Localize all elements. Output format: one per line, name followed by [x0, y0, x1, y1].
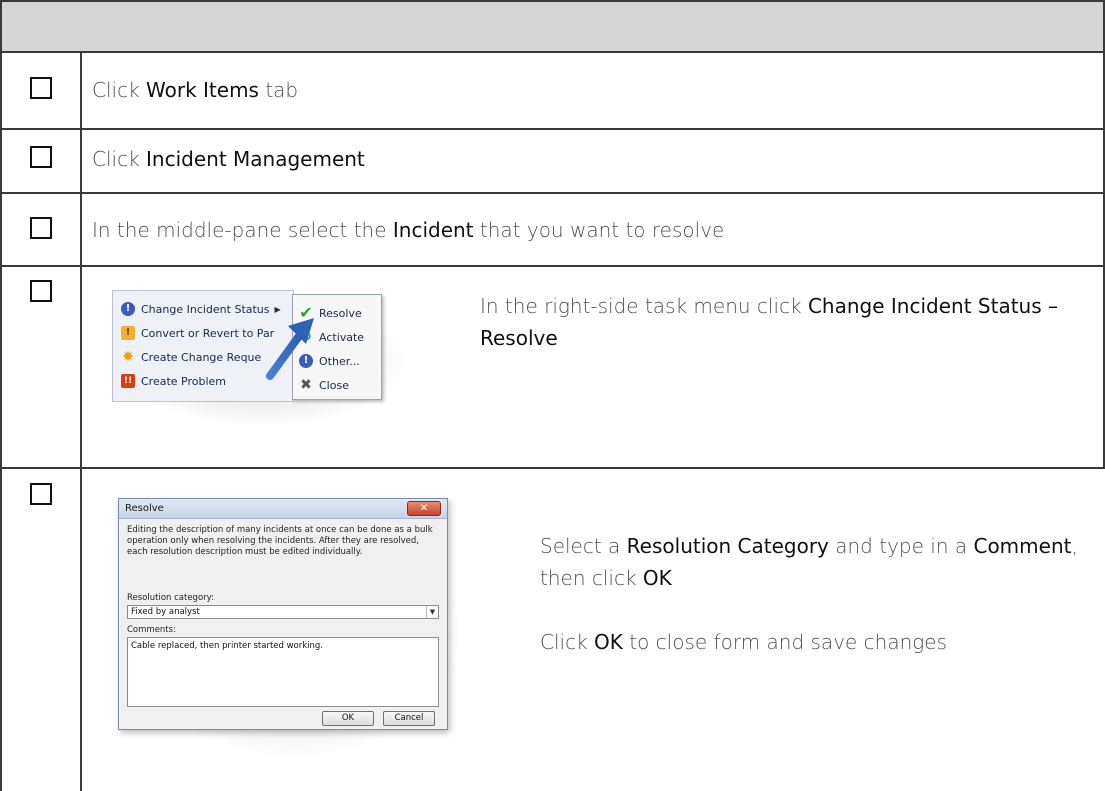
- step-3-text: In the middle-pane select the Incident t…: [92, 218, 725, 242]
- menu-item-create-change-request: ✸ Create Change Reque: [122, 349, 262, 365]
- row-border: [0, 265, 1105, 267]
- menu-item-change-incident-status: ! Change Incident Status ▶: [121, 299, 281, 319]
- step-2-text: Click Incident Management: [92, 147, 365, 171]
- cancel-button: Cancel: [383, 711, 435, 726]
- comments-textarea: Cable replaced, then printer started wor…: [127, 637, 439, 707]
- row-border: [0, 467, 1105, 469]
- row-border: [0, 51, 1105, 53]
- menu-item-create-problem: !! Create Problem: [121, 371, 226, 391]
- warning-icon: !: [121, 326, 135, 340]
- resolution-category-label: Resolution category:: [127, 593, 214, 603]
- step-checkbox[interactable]: [30, 217, 52, 239]
- arrow-pointer-icon: [266, 318, 314, 380]
- column-border: [80, 51, 82, 791]
- chevron-down-icon: ▼: [426, 606, 438, 618]
- step-5-text: Select a Resolution Category and type in…: [540, 534, 1078, 590]
- context-menu-screenshot: ! Change Incident Status ▶ ! Convert or …: [112, 290, 382, 402]
- step-5-subtext: Click OK to close form and save changes: [540, 630, 948, 654]
- step-checkbox[interactable]: [30, 77, 52, 99]
- row-border: [0, 192, 1105, 194]
- comments-label: Comments:: [127, 625, 176, 635]
- column-border: [1103, 0, 1105, 467]
- column-border: [0, 0, 2, 791]
- menu-item-convert: ! Convert or Revert to Par: [121, 323, 274, 343]
- row-border: [0, 0, 1105, 2]
- step-checkbox[interactable]: [30, 483, 52, 505]
- dialog-titlebar: Resolve ✕: [119, 499, 447, 519]
- close-icon: ✕: [407, 501, 441, 516]
- step-4-text: In the right-side task menu click Change…: [480, 294, 1058, 350]
- change-request-icon: ✸: [122, 349, 134, 365]
- checklist-table: Click Work Items tab Click Incident Mana…: [0, 0, 1105, 791]
- info-icon: !: [121, 302, 135, 316]
- resolve-dialog-screenshot: Resolve ✕ Editing the description of man…: [118, 498, 448, 730]
- table-header: [0, 0, 1105, 52]
- step-1-text: Click Work Items tab: [92, 78, 299, 102]
- step-checkbox[interactable]: [30, 146, 52, 168]
- row-border: [0, 128, 1105, 130]
- dialog-title: Resolve: [125, 503, 164, 514]
- chevron-right-icon: ▶: [274, 304, 281, 314]
- problem-icon: !!: [121, 374, 135, 388]
- resolution-category-select: Fixed by analyst ▼: [127, 605, 439, 619]
- ok-button: OK: [322, 711, 374, 726]
- dialog-description: Editing the description of many incident…: [127, 525, 433, 557]
- step-checkbox[interactable]: [30, 280, 52, 302]
